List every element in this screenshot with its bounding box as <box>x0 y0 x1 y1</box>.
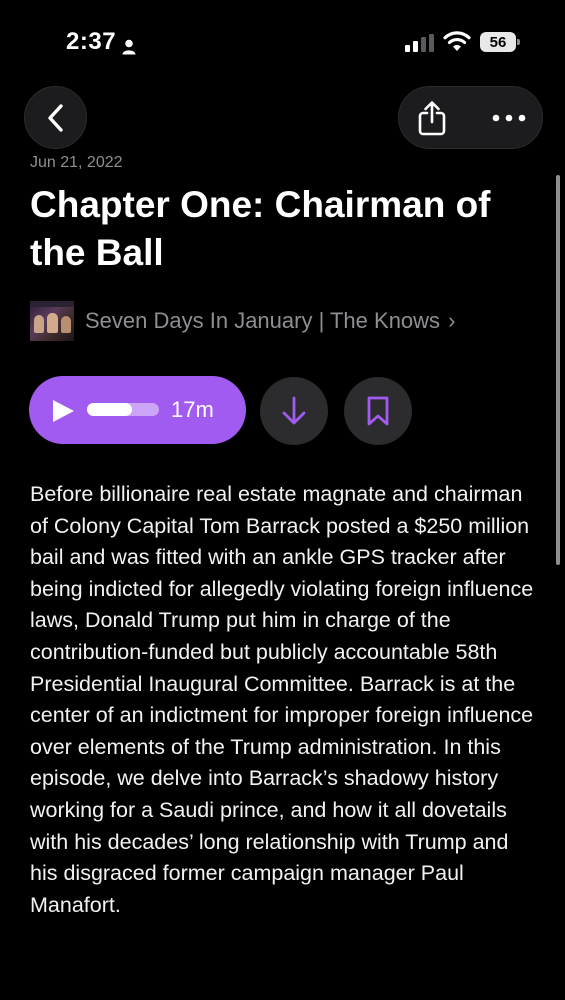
progress-bar <box>87 403 159 416</box>
play-icon <box>53 400 74 422</box>
battery-level: 56 <box>489 33 507 51</box>
episode-title: Chapter One: Chairman of the Ball <box>30 184 491 273</box>
share-button[interactable] <box>413 99 451 137</box>
signal-icon <box>405 34 434 52</box>
time-label: 2:37 <box>66 28 117 55</box>
share-icon <box>418 101 446 136</box>
scrollbar[interactable] <box>556 175 560 565</box>
ellipsis-icon <box>492 114 526 122</box>
episode-date: Jun 21, 2022 <box>30 154 123 171</box>
back-button[interactable] <box>24 86 87 149</box>
show-link[interactable]: Seven Days In January | The Knows › <box>30 300 455 342</box>
bookmark-icon <box>367 396 389 426</box>
wifi-icon <box>443 31 471 51</box>
show-name: Seven Days In January | The Knows <box>85 308 441 333</box>
nav-actions-pill <box>398 86 543 149</box>
download-button[interactable] <box>260 377 328 445</box>
play-button[interactable]: 17m <box>29 376 246 444</box>
more-button[interactable] <box>487 99 531 137</box>
download-arrow-icon <box>282 396 306 425</box>
battery-icon: 56 <box>480 32 520 52</box>
bookmark-button[interactable] <box>344 377 412 445</box>
podcast-artwork <box>30 301 74 341</box>
status-time: 2:37 <box>66 28 136 56</box>
chevron-left-icon <box>47 103 63 132</box>
person-icon <box>122 34 136 55</box>
episode-description: Before billionaire real estate magnate a… <box>30 482 534 917</box>
duration-label: 17m <box>171 397 214 422</box>
progress-fill <box>87 403 132 416</box>
status-bar: 2:37 56 <box>0 0 565 80</box>
chevron-right-icon: › <box>448 308 456 333</box>
